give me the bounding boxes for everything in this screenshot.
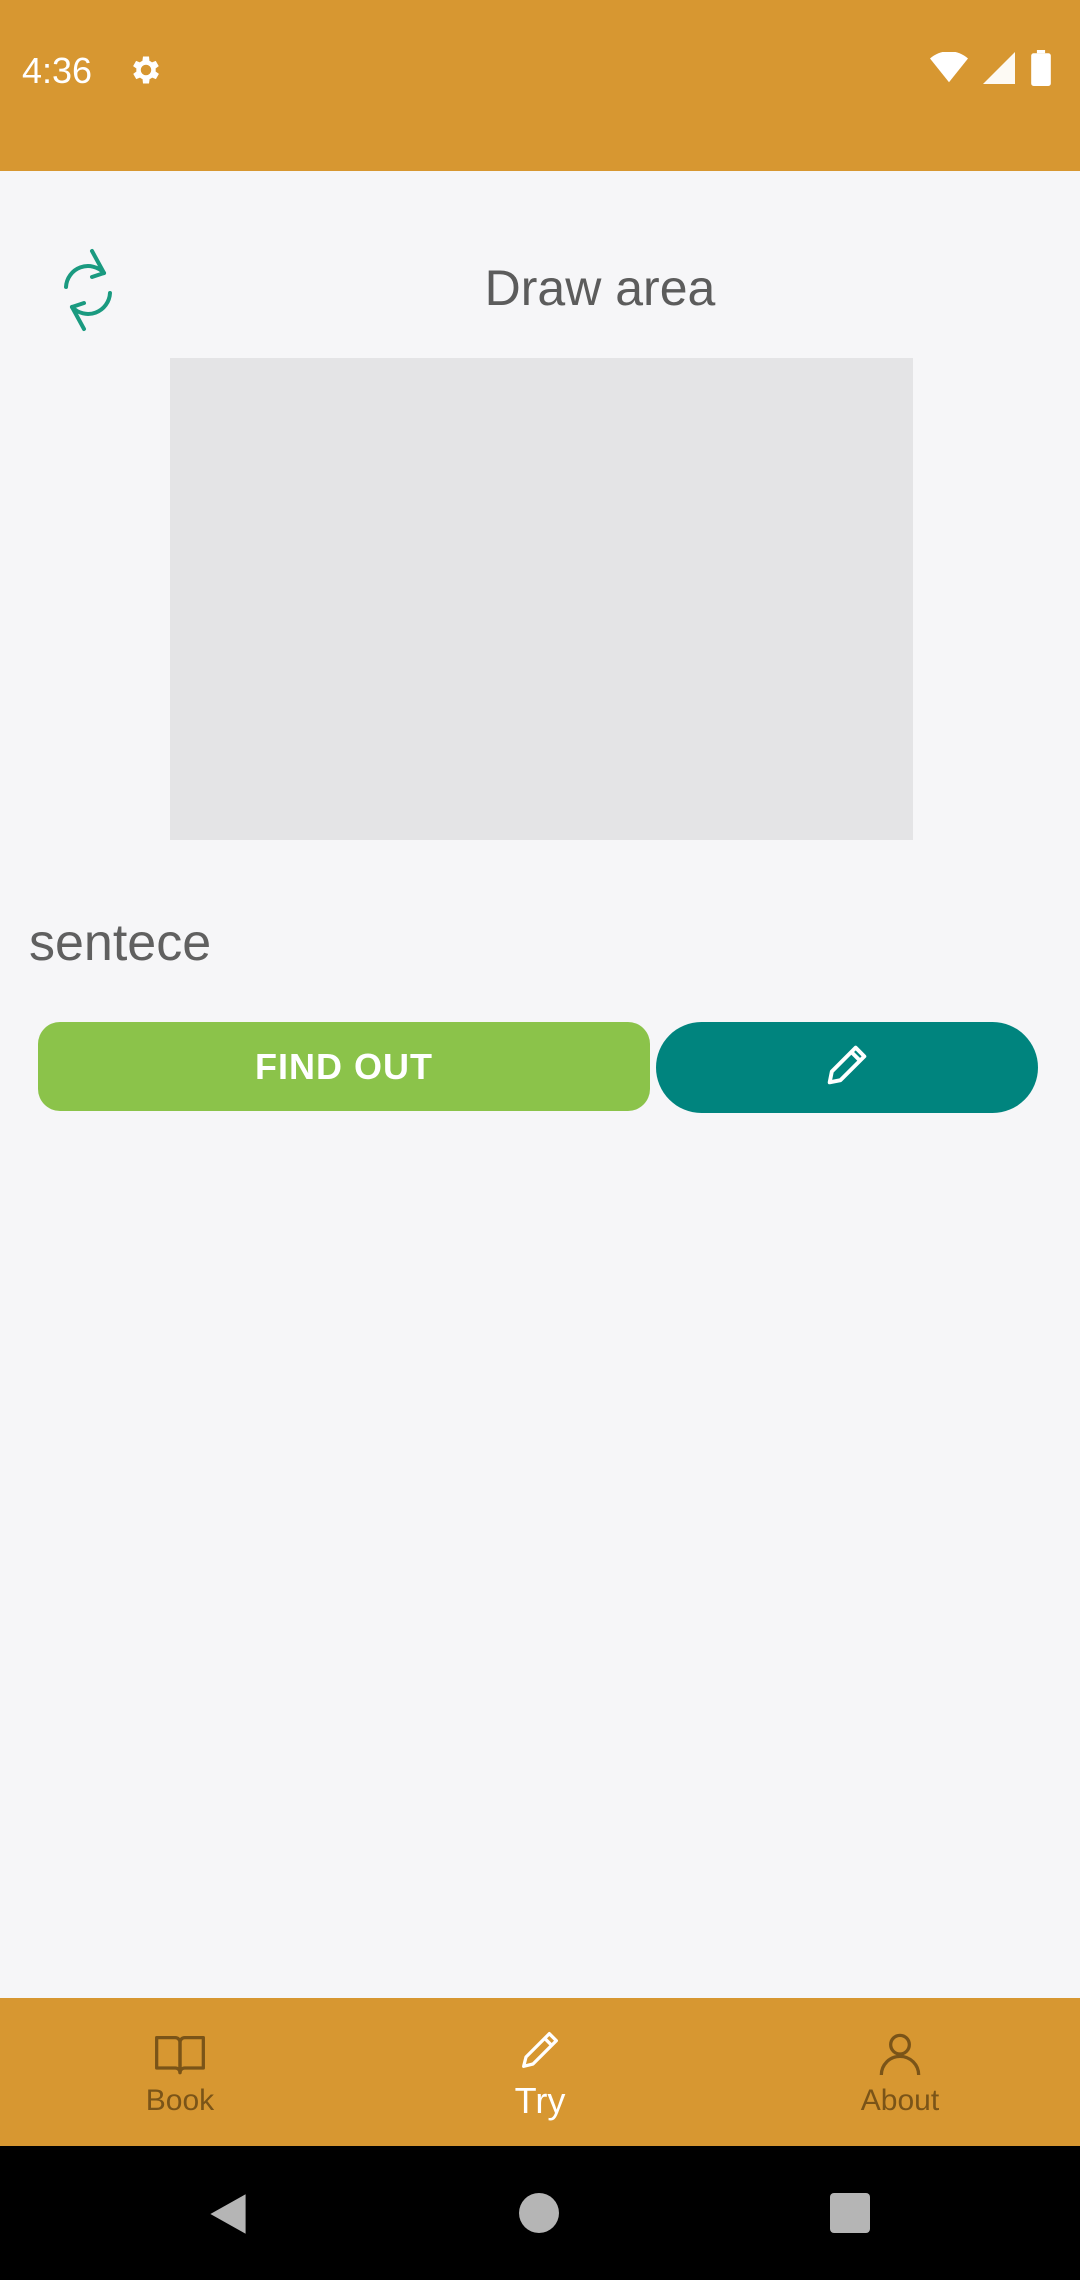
battery-icon bbox=[1030, 49, 1052, 91]
gear-icon bbox=[128, 52, 164, 88]
nav-item-book[interactable]: Book bbox=[0, 1998, 360, 2146]
refresh-icon[interactable] bbox=[56, 247, 120, 333]
sentence-text: sentece bbox=[29, 914, 212, 972]
find-out-button[interactable]: FIND OUT bbox=[38, 1022, 650, 1111]
person-icon bbox=[872, 2026, 928, 2082]
pencil-icon bbox=[512, 2022, 568, 2078]
back-icon[interactable] bbox=[206, 2192, 250, 2236]
book-icon bbox=[152, 2026, 208, 2082]
pencil-icon bbox=[821, 1039, 873, 1096]
home-icon[interactable] bbox=[519, 2193, 559, 2233]
bottom-navigation: Book Try About bbox=[0, 1998, 1080, 2146]
system-navigation-bar bbox=[0, 2146, 1080, 2280]
nav-label-try: Try bbox=[514, 2080, 566, 2121]
draw-button[interactable] bbox=[656, 1022, 1038, 1113]
status-bar: 4:36 bbox=[0, 0, 1080, 171]
wifi-icon bbox=[930, 50, 968, 89]
main-content: Draw area sentece FIND OUT bbox=[0, 171, 1080, 1998]
nav-item-about[interactable]: About bbox=[720, 1998, 1080, 2146]
status-time: 4:36 bbox=[22, 50, 93, 91]
nav-label-about: About bbox=[860, 2084, 940, 2117]
draw-canvas[interactable] bbox=[170, 358, 913, 840]
nav-label-book: Book bbox=[145, 2084, 215, 2117]
recents-icon[interactable] bbox=[830, 2193, 870, 2233]
nav-item-try[interactable]: Try bbox=[360, 1998, 720, 2146]
status-icons bbox=[930, 49, 1052, 91]
draw-area-title: Draw area bbox=[484, 260, 716, 316]
signal-icon bbox=[982, 51, 1016, 89]
